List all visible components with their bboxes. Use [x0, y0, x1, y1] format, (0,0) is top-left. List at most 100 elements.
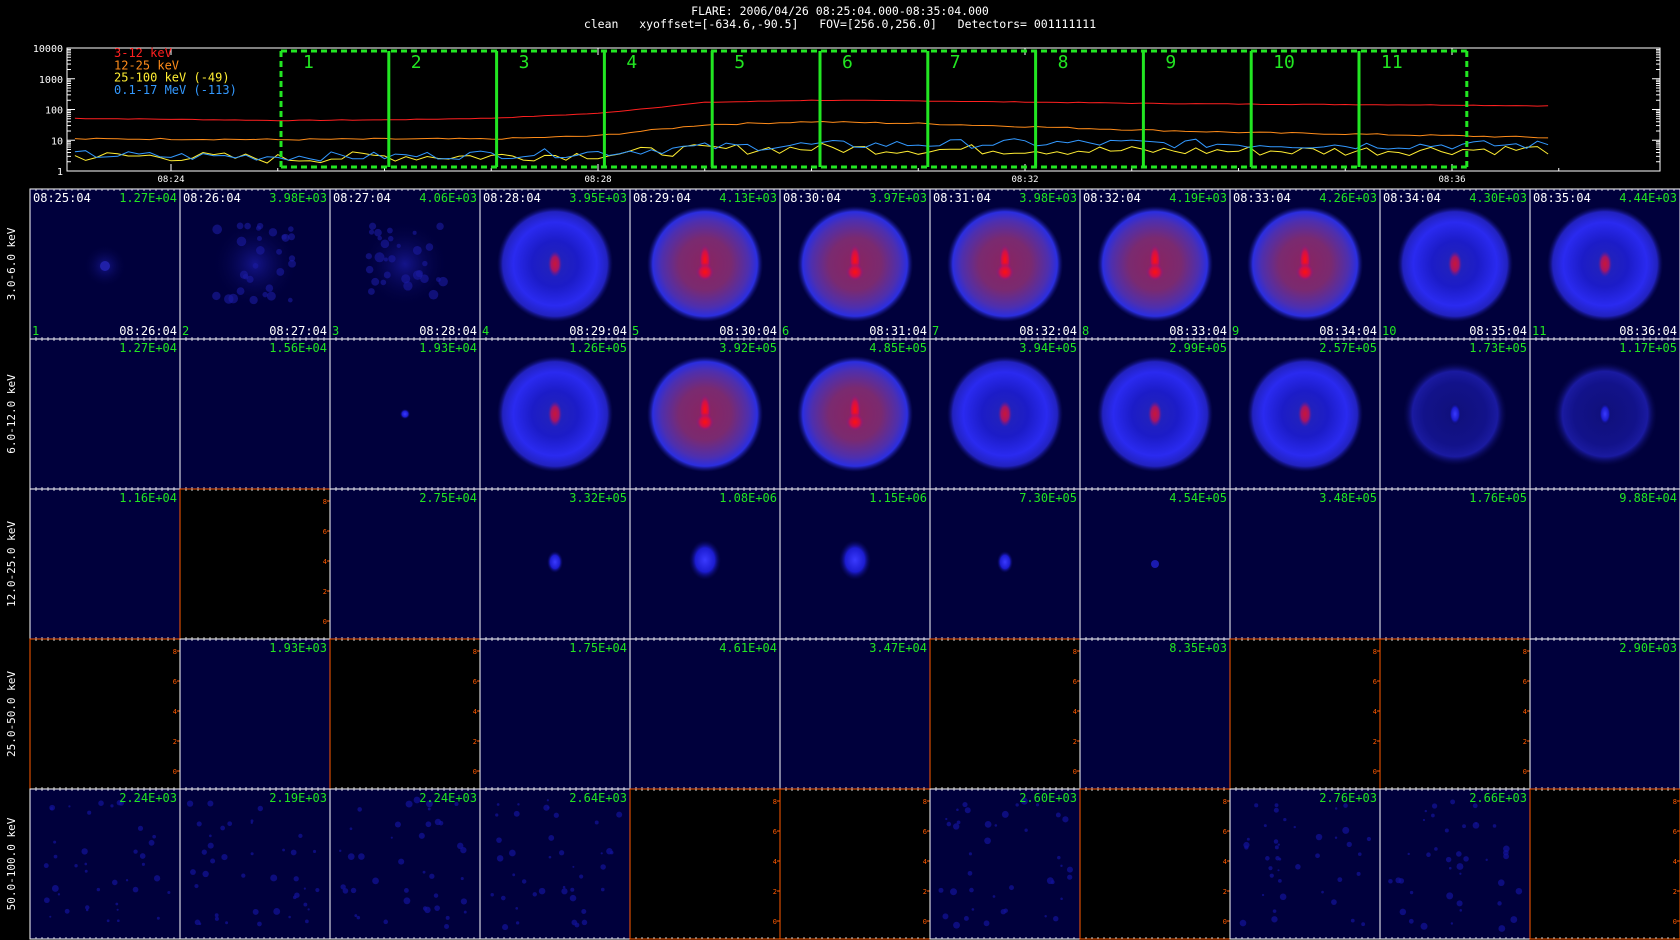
noise-blob	[98, 800, 104, 806]
panel-end-time: 08:31:04	[869, 324, 927, 338]
noise-blob	[96, 887, 101, 892]
noise-blob	[137, 825, 144, 831]
noise-blob	[357, 807, 362, 812]
noise-blob	[548, 835, 555, 841]
image-panel	[480, 789, 630, 939]
panel-max-value: 3.97E+03	[869, 191, 927, 205]
noise-blob	[210, 858, 216, 864]
noise-blob	[1463, 856, 1469, 862]
side-tick-label: 2	[173, 738, 177, 746]
interval-label: 4	[626, 52, 637, 73]
image-panel	[330, 489, 480, 639]
panel-max-value: 4.06E+03	[419, 191, 477, 205]
panel-max-value: 3.48E+05	[1319, 491, 1377, 505]
noise-blob	[383, 257, 388, 262]
interval-label: 3	[519, 52, 530, 73]
noise-blob	[252, 908, 259, 915]
noise-blob	[971, 908, 975, 911]
side-tick-label: 2	[1523, 738, 1527, 746]
image-panel	[1230, 639, 1380, 789]
noise-blob	[1361, 922, 1366, 927]
noise-blob	[994, 824, 998, 827]
panel-max-value: 4.13E+03	[719, 191, 777, 205]
panel-start-time: 08:28:04	[483, 191, 541, 205]
noise-blob	[273, 908, 281, 915]
noise-blob	[156, 916, 160, 920]
noise-blob	[148, 839, 155, 846]
noise-blob	[227, 821, 233, 827]
panel-max-value: 2.90E+03	[1619, 641, 1677, 655]
noise-blob	[276, 268, 285, 276]
noise-blob	[581, 919, 588, 926]
noise-blob	[152, 834, 157, 839]
noise-blob	[256, 246, 265, 255]
panel-max-value: 2.24E+03	[419, 791, 477, 805]
noise-blob	[967, 870, 973, 876]
side-tick-label: 4	[173, 708, 177, 716]
image-panel	[180, 339, 330, 489]
noise-blob	[1273, 839, 1279, 844]
noise-blob	[570, 887, 575, 892]
image-panel	[780, 639, 930, 789]
panel-max-value: 3.95E+03	[569, 191, 627, 205]
noise-blob	[1057, 855, 1061, 860]
noise-blob	[265, 284, 274, 292]
noise-blob	[1050, 880, 1055, 885]
panel-end-time: 08:33:04	[1169, 324, 1227, 338]
noise-blob	[405, 800, 413, 808]
noise-blob	[81, 848, 88, 855]
side-tick-label: 8	[1223, 798, 1227, 806]
side-tick-label: 8	[1073, 648, 1077, 656]
noise-blob	[1331, 899, 1337, 905]
panel-start-time: 08:32:04	[1083, 191, 1141, 205]
panel-max-value: 2.75E+04	[419, 491, 477, 505]
panel-start-time: 08:35:04	[1533, 191, 1591, 205]
noise-blob	[1503, 853, 1510, 860]
noise-blob	[500, 895, 506, 901]
noise-blob	[496, 855, 504, 862]
panel-max-value: 1.93E+03	[269, 641, 327, 655]
noise-blob	[207, 800, 214, 807]
interval-label: 11	[1381, 52, 1403, 73]
noise-blob	[252, 263, 259, 269]
noise-blob	[106, 919, 110, 923]
noise-blob	[1055, 812, 1061, 818]
noise-blob	[1067, 874, 1073, 880]
panel-max-value: 2.66E+03	[1469, 791, 1527, 805]
noise-blob	[1388, 878, 1393, 884]
noise-blob	[1350, 918, 1355, 923]
noise-blob	[276, 248, 283, 255]
emission-source	[547, 551, 563, 573]
noise-blob	[956, 808, 959, 812]
noise-blob	[418, 832, 425, 839]
noise-blob	[1321, 890, 1324, 894]
noise-blob	[303, 887, 306, 890]
panel-start-time: 08:34:04	[1383, 191, 1441, 205]
noise-blob	[946, 821, 952, 827]
noise-blob	[1434, 847, 1438, 851]
noise-blob	[1000, 909, 1006, 915]
noise-blob	[1295, 864, 1301, 870]
noise-blob	[984, 837, 991, 845]
x-tick-label: 08:28	[584, 175, 611, 185]
noise-blob	[1450, 922, 1454, 925]
side-tick-label: 2	[1373, 738, 1377, 746]
noise-blob	[1420, 922, 1428, 930]
noise-blob	[380, 279, 387, 286]
side-tick-label: 8	[1673, 798, 1677, 806]
panel-max-value: 1.93E+04	[419, 341, 477, 355]
noise-blob	[950, 888, 957, 896]
interval-label: 6	[842, 52, 853, 73]
side-tick-label: 2	[1223, 888, 1227, 896]
side-tick-label: 4	[923, 858, 927, 866]
image-panel	[780, 789, 930, 939]
noise-blob	[1269, 873, 1274, 878]
noise-blob	[1261, 893, 1265, 897]
panel-max-value: 4.19E+03	[1169, 191, 1227, 205]
panel-index: 5	[632, 324, 639, 338]
noise-blob	[553, 812, 559, 818]
noise-blob	[74, 864, 78, 868]
emission-source	[997, 551, 1013, 573]
interval-label: 5	[734, 52, 745, 73]
noise-blob	[1277, 843, 1280, 846]
